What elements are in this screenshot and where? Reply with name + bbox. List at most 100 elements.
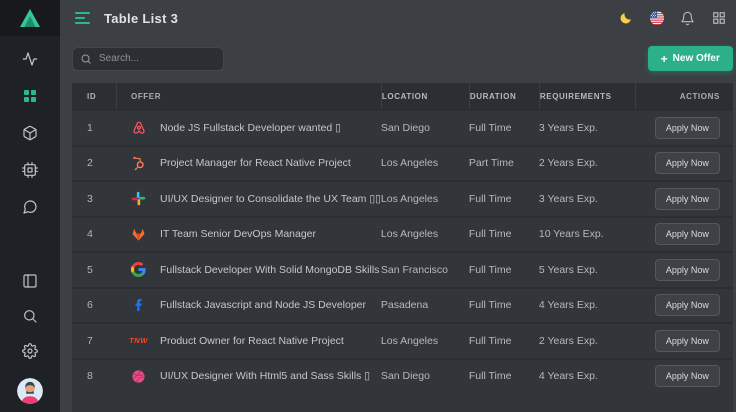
sidebar-nav bbox=[22, 36, 38, 215]
table-row: 3 UI/UX Designer to Consolidate the UX T… bbox=[72, 180, 733, 216]
moon-icon[interactable] bbox=[618, 10, 634, 26]
row-id: 2 bbox=[72, 157, 116, 169]
row-requirements: 3 Years Exp. bbox=[539, 122, 635, 134]
row-requirements: 4 Years Exp. bbox=[539, 299, 635, 311]
row-location: Los Angeles bbox=[381, 228, 469, 240]
apply-now-button[interactable]: Apply Now bbox=[655, 223, 720, 245]
offer-title: IT Team Senior DevOps Manager bbox=[160, 228, 316, 240]
apply-now-button[interactable]: Apply Now bbox=[655, 294, 720, 316]
us-flag-icon[interactable] bbox=[649, 10, 665, 26]
topbar: Table List 3 bbox=[60, 0, 736, 36]
row-id: 6 bbox=[72, 299, 116, 311]
row-id: 5 bbox=[72, 264, 116, 276]
page-title: Table List 3 bbox=[104, 11, 178, 26]
row-location: San Diego bbox=[381, 370, 469, 382]
offer-title: UI/UX Designer to Consolidate the UX Tea… bbox=[160, 193, 381, 205]
apply-now-button[interactable]: Apply Now bbox=[655, 330, 720, 352]
col-location: LOCATION bbox=[381, 83, 469, 109]
table-row: 7 TNW Product Owner for React Native Pro… bbox=[72, 322, 733, 358]
sidebar bbox=[0, 0, 60, 412]
row-duration: Full Time bbox=[469, 122, 539, 134]
content: + New Offer ID OFFER LOCATION DURATION R… bbox=[60, 36, 736, 412]
dribbble-icon bbox=[130, 368, 147, 385]
col-actions: ACTIONS bbox=[635, 83, 733, 109]
new-offer-label: New Offer bbox=[673, 53, 720, 64]
offer-title: Fullstack Developer With Solid MongoDB S… bbox=[160, 264, 379, 276]
offers-table: ID OFFER LOCATION DURATION REQUIREMENTS … bbox=[72, 83, 733, 412]
row-location: Los Angeles bbox=[381, 157, 469, 169]
row-id: 1 bbox=[72, 122, 116, 134]
layout-sidebar-icon[interactable] bbox=[22, 273, 38, 289]
search-icon[interactable] bbox=[22, 308, 38, 324]
table-header: ID OFFER LOCATION DURATION REQUIREMENTS … bbox=[72, 83, 733, 109]
bell-icon[interactable] bbox=[680, 10, 696, 26]
apply-now-button[interactable]: Apply Now bbox=[655, 259, 720, 281]
apply-now-button[interactable]: Apply Now bbox=[655, 117, 720, 139]
offer-title: Product Owner for React Native Project bbox=[160, 335, 344, 347]
row-requirements: 5 Years Exp. bbox=[539, 264, 635, 276]
col-offer: OFFER bbox=[116, 83, 381, 109]
sidebar-toggle-icon[interactable] bbox=[75, 12, 90, 24]
offer-title: Node JS Fullstack Developer wanted ▯ bbox=[160, 122, 341, 134]
row-duration: Full Time bbox=[469, 193, 539, 205]
user-avatar[interactable] bbox=[17, 378, 43, 404]
table-row: 8 UI/UX Designer With Html5 and Sass Ski… bbox=[72, 358, 733, 394]
box-icon[interactable] bbox=[22, 125, 38, 141]
airbnb-icon bbox=[130, 119, 147, 136]
hubspot-icon bbox=[130, 155, 147, 172]
row-requirements: 2 Years Exp. bbox=[539, 335, 635, 347]
row-requirements: 10 Years Exp. bbox=[539, 228, 635, 240]
row-requirements: 4 Years Exp. bbox=[539, 370, 635, 382]
row-duration: Full Time bbox=[469, 228, 539, 240]
chat-icon[interactable] bbox=[22, 199, 38, 215]
row-id: 7 bbox=[72, 335, 116, 347]
row-location: Los Angeles bbox=[381, 335, 469, 347]
table-row: 2 Project Manager for React Native Proje… bbox=[72, 145, 733, 181]
col-duration: DURATION bbox=[469, 83, 539, 109]
dashboard-grid-icon[interactable] bbox=[22, 88, 38, 104]
table-row: 1 Node JS Fullstack Developer wanted ▯ S… bbox=[72, 109, 733, 145]
col-requirements: REQUIREMENTS bbox=[539, 83, 635, 109]
main-area: Table List 3 bbox=[60, 0, 736, 412]
cpu-icon[interactable] bbox=[22, 162, 38, 178]
row-location: San Diego bbox=[381, 122, 469, 134]
apps-grid-icon[interactable] bbox=[711, 10, 727, 26]
row-requirements: 2 Years Exp. bbox=[539, 157, 635, 169]
col-id: ID bbox=[72, 83, 116, 109]
apply-now-button[interactable]: Apply Now bbox=[655, 365, 720, 387]
triangle-logo-icon bbox=[19, 8, 41, 28]
row-duration: Full Time bbox=[469, 264, 539, 276]
apply-now-button[interactable]: Apply Now bbox=[655, 152, 720, 174]
row-requirements: 3 Years Exp. bbox=[539, 193, 635, 205]
sidebar-bottom bbox=[17, 273, 43, 412]
row-duration: Full Time bbox=[469, 335, 539, 347]
table-row: 4 IT Team Senior DevOps Manager Los Ange… bbox=[72, 216, 733, 252]
table-row: 5 Fullstack Developer With Solid MongoDB… bbox=[72, 251, 733, 287]
app-logo[interactable] bbox=[0, 0, 60, 36]
settings-gear-icon[interactable] bbox=[22, 343, 38, 359]
row-location: Pasadena bbox=[381, 299, 469, 311]
search-input[interactable] bbox=[72, 47, 224, 71]
row-id: 3 bbox=[72, 193, 116, 205]
search-icon bbox=[80, 53, 92, 65]
row-duration: Full Time bbox=[469, 370, 539, 382]
new-offer-button[interactable]: + New Offer bbox=[648, 46, 733, 71]
table-row: 6 Fullstack Javascript and Node JS Devel… bbox=[72, 287, 733, 323]
offer-title: UI/UX Designer With Html5 and Sass Skill… bbox=[160, 370, 370, 382]
row-location: Los Angeles bbox=[381, 193, 469, 205]
gitlab-icon bbox=[130, 226, 147, 243]
row-duration: Full Time bbox=[469, 299, 539, 311]
topbar-icons bbox=[618, 10, 727, 26]
row-id: 8 bbox=[72, 370, 116, 382]
offer-title: Project Manager for React Native Project bbox=[160, 157, 351, 169]
activity-icon[interactable] bbox=[22, 51, 38, 67]
plus-icon: + bbox=[661, 55, 668, 63]
offer-title: Fullstack Javascript and Node JS Develop… bbox=[160, 299, 366, 311]
toolbar: + New Offer bbox=[72, 46, 733, 71]
row-duration: Part Time bbox=[469, 157, 539, 169]
tnw-icon: TNW bbox=[130, 332, 147, 349]
google-icon bbox=[130, 261, 147, 278]
row-location: San Francisco bbox=[381, 264, 469, 276]
row-id: 4 bbox=[72, 228, 116, 240]
apply-now-button[interactable]: Apply Now bbox=[655, 188, 720, 210]
